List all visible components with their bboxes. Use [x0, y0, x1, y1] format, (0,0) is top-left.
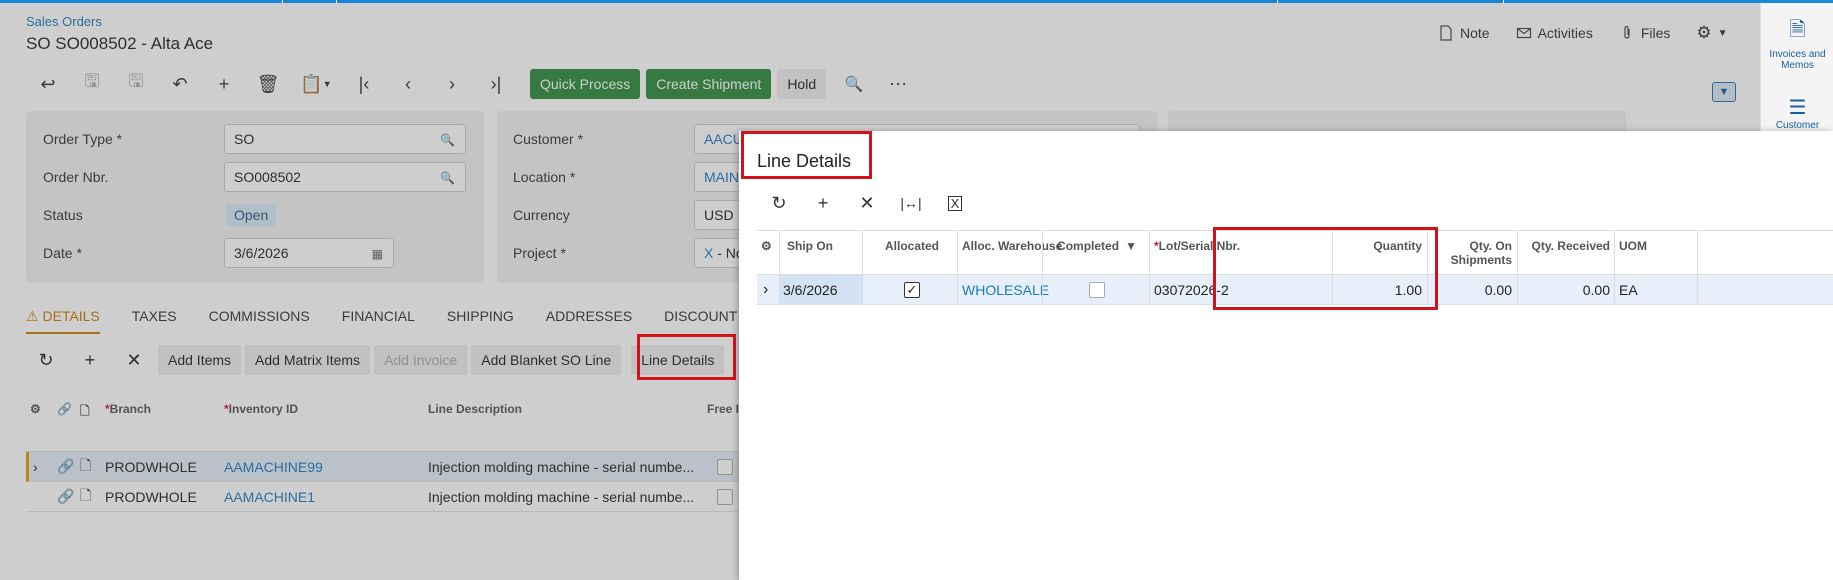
add-row-button[interactable]: +: [801, 188, 845, 218]
fit-columns-button[interactable]: |↔|: [889, 188, 933, 218]
expand-row-icon[interactable]: ›: [763, 275, 768, 304]
sidebar-item-label: Invoices and Memos: [1769, 49, 1826, 71]
ship-on-cell[interactable]: 3/6/2026: [779, 275, 863, 304]
allocated-checkbox[interactable]: ✓: [867, 275, 957, 304]
customer-icon: ☰: [1788, 97, 1807, 119]
completed-header[interactable]: Completed ▼: [1047, 231, 1147, 274]
sidebar-item-customer[interactable]: ☰ Customer: [1761, 95, 1833, 131]
panel-toolbar: ↻ + ✕ |↔| X: [757, 188, 977, 218]
filter-icon[interactable]: ▼: [1125, 239, 1137, 253]
allocated-header[interactable]: Allocated: [867, 231, 957, 274]
qty-received-header[interactable]: Qty. Received: [1522, 231, 1610, 274]
qty-on-shipments-header[interactable]: Qty. On Shipments: [1432, 231, 1512, 274]
check-icon: ✓: [904, 281, 920, 298]
lot-serial-highlight: [1213, 227, 1438, 310]
sidebar-item-label: Customer: [1775, 120, 1820, 131]
excel-icon: X: [947, 195, 963, 211]
alloc-warehouse-cell[interactable]: WHOLESALE: [962, 275, 1049, 304]
ship-on-header[interactable]: Ship On: [787, 231, 833, 274]
sidebar-item-invoices[interactable]: 🗎 Invoices and Memos: [1761, 15, 1833, 71]
plus-icon: +: [817, 192, 829, 213]
panel-title-highlight: [741, 131, 872, 179]
column-settings-icon[interactable]: ⚙: [761, 231, 772, 274]
delete-row-button[interactable]: ✕: [845, 188, 889, 218]
close-icon: ✕: [859, 192, 875, 213]
invoice-icon: 🗎: [1789, 19, 1806, 41]
refresh-button[interactable]: ↻: [757, 188, 801, 218]
uom-header[interactable]: UOM: [1619, 231, 1647, 274]
refresh-icon: ↻: [771, 192, 787, 213]
export-excel-button[interactable]: X: [933, 188, 977, 218]
line-details-panel: Line Details ↻ + ✕ |↔| X ⚙ Ship On Alloc…: [739, 131, 1833, 580]
qty-on-shipments-cell[interactable]: 0.00: [1432, 275, 1512, 304]
completed-header-label: Completed: [1057, 239, 1120, 253]
qty-received-cell[interactable]: 0.00: [1522, 275, 1610, 304]
completed-checkbox[interactable]: [1047, 275, 1147, 304]
uom-cell[interactable]: EA: [1619, 275, 1638, 304]
fit-width-icon: |↔|: [900, 195, 922, 211]
line-details-highlight: [637, 334, 736, 380]
